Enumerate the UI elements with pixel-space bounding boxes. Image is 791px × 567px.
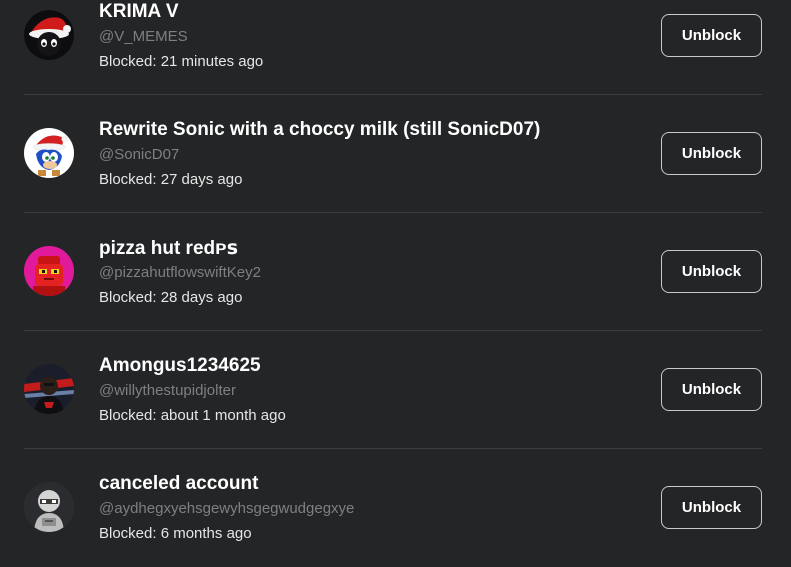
username: @V_MEMES <box>99 28 188 45</box>
gray-robot-avatar-icon <box>24 482 74 532</box>
blocked-timestamp: Blocked: about 1 month ago <box>99 407 286 424</box>
display-name[interactable]: pizza hut redᴘꜱ <box>99 237 238 260</box>
username: @SonicD07 <box>99 146 180 163</box>
avatar[interactable] <box>24 128 74 178</box>
blocked-timestamp: Blocked: 6 months ago <box>99 525 252 542</box>
blocked-timestamp: Blocked: 27 days ago <box>99 171 243 188</box>
avatar[interactable] <box>24 246 74 296</box>
blocked-user-row: canceled account @aydhegxyehsgewyhsgegwu… <box>0 449 791 567</box>
username: @pizzahutflowswiftKey2 <box>99 264 261 281</box>
display-name[interactable]: Amongus1234625 <box>99 355 261 377</box>
unblock-button[interactable]: Unblock <box>661 14 762 57</box>
username: @aydhegxyehsgewyhsgegwudgegxye <box>99 500 355 517</box>
blocked-user-row: Rewrite Sonic with a choccy milk (still … <box>0 95 791 213</box>
display-name[interactable]: KRIMA V <box>99 1 179 23</box>
unblock-button[interactable]: Unblock <box>661 368 762 411</box>
unblock-button[interactable]: Unblock <box>661 486 762 529</box>
username: @willythestupidjolter <box>99 382 236 399</box>
blocked-timestamp: Blocked: 28 days ago <box>99 289 243 306</box>
sonic-santa-avatar-icon <box>24 128 74 178</box>
avatar[interactable] <box>24 364 74 414</box>
unblock-button[interactable]: Unblock <box>661 250 762 293</box>
blocked-user-row: Amongus1234625 @willythestupidjolter Blo… <box>0 331 791 449</box>
blocked-users-list: KRIMA V @V_MEMES Blocked: 21 minutes ago… <box>0 0 791 567</box>
blocked-user-row: pizza hut redᴘꜱ @pizzahutflowswiftKey2 B… <box>0 213 791 331</box>
unblock-button[interactable]: Unblock <box>661 132 762 175</box>
blocked-user-row: KRIMA V @V_MEMES Blocked: 21 minutes ago… <box>0 0 791 95</box>
blocked-timestamp: Blocked: 21 minutes ago <box>99 53 264 70</box>
dark-person-avatar-icon <box>24 364 74 414</box>
display-name[interactable]: canceled account <box>99 473 258 495</box>
santa-hat-dark-avatar-icon <box>24 10 74 60</box>
red-character-avatar-icon <box>24 246 74 296</box>
avatar[interactable] <box>24 482 74 532</box>
display-name[interactable]: Rewrite Sonic with a choccy milk (still … <box>99 119 540 141</box>
avatar[interactable] <box>24 10 74 60</box>
